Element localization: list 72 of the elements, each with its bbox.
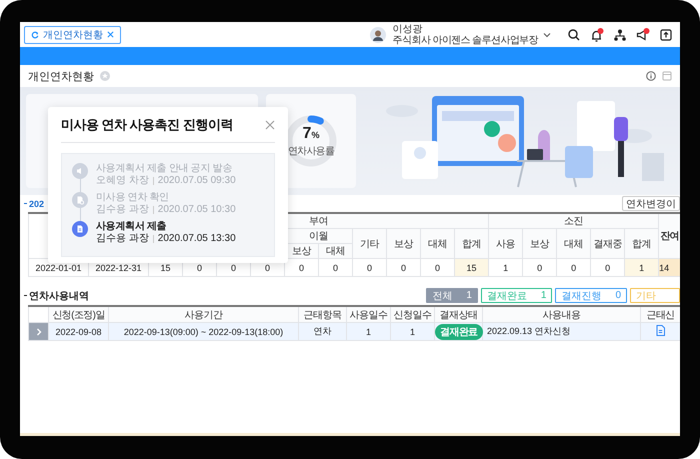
table-cell: 1: [624, 258, 659, 276]
page-tab[interactable]: 개인연차현황: [24, 26, 121, 44]
step-title: 사용계획서 제출 안내 공지 발송: [96, 163, 234, 175]
table-cell: 0: [556, 258, 591, 276]
column-header: 사용내용: [482, 306, 640, 322]
status-badge: 결재완료: [435, 324, 483, 340]
column-header: 잔여: [658, 213, 680, 258]
column-header: 사용일수: [346, 306, 390, 322]
column-header: 합계: [454, 228, 489, 258]
info-icon[interactable]: [646, 71, 656, 81]
page-title: 개인연차현황: [28, 70, 94, 84]
column-header: 사용기간: [108, 306, 298, 322]
search-icon[interactable]: [568, 28, 580, 40]
section-title: 202: [29, 198, 44, 208]
filter-chip[interactable]: 결재진행 0: [555, 288, 627, 303]
avatar-icon[interactable]: [370, 26, 386, 42]
megaphone-icon[interactable]: [636, 28, 650, 42]
table-cell: 연차: [298, 322, 346, 340]
table-cell: 15: [454, 258, 489, 276]
table-cell: 1: [390, 322, 434, 340]
filter-chip[interactable]: 기타: [630, 288, 680, 303]
column-header: 근태신: [640, 306, 680, 322]
column-header: 근태항목: [298, 306, 346, 322]
usage-percent: 7%: [302, 124, 320, 144]
section-title: 연차사용내역: [29, 290, 89, 302]
filter-chip[interactable]: 전체 1: [426, 288, 478, 303]
table-cell: 2022-09-08: [48, 322, 108, 340]
step-person: 김수용 과장: [96, 233, 149, 245]
table-cell: 0: [386, 258, 420, 276]
step-time: 2020.07.05 13:30: [158, 233, 236, 245]
edit-button[interactable]: 연차변경이: [622, 196, 680, 211]
table-cell: 0: [352, 258, 386, 276]
column-header: 기타: [352, 228, 386, 258]
usage-label: 연차사용률: [288, 144, 334, 158]
exit-icon[interactable]: [660, 28, 672, 40]
chevron-down-icon[interactable]: [543, 32, 551, 38]
column-header: 대체: [318, 244, 352, 258]
table-cell: 2022.09.13 연차신청: [482, 322, 640, 340]
table-cell: 1: [488, 258, 523, 276]
step-title: 미사용 연차 확인: [96, 192, 170, 204]
column-group-header: 소진: [488, 213, 659, 228]
table-cell: 0: [522, 258, 557, 276]
column-header: 보상: [386, 228, 420, 258]
column-header: 결재상태: [434, 306, 482, 322]
bell-icon[interactable]: [590, 28, 604, 42]
step-time: 2020.07.05 10:30: [158, 204, 236, 216]
column-header: 대체: [420, 228, 454, 258]
star-icon[interactable]: [100, 71, 110, 81]
org-chart-icon[interactable]: [614, 28, 626, 40]
column-header: 신청일수: [390, 306, 434, 322]
step-person: 오혜영 차장: [96, 175, 149, 187]
column-header: 합계: [624, 228, 659, 258]
column-header: 대체: [556, 228, 591, 258]
step-time: 2020.07.05 09:30: [158, 175, 236, 187]
table-cell: 1: [346, 322, 390, 340]
column-header: 신청(조정)일: [48, 306, 108, 322]
step-person: 김수용 과장: [96, 204, 149, 216]
table-cell: 2022-09-13(09:00) ~ 2022-09-13(18:00): [108, 322, 298, 340]
table-cell: 0: [318, 258, 352, 276]
column-header: 보상: [522, 228, 557, 258]
column-header: 사용: [488, 228, 523, 258]
column-header: 결재중: [590, 228, 625, 258]
document-icon[interactable]: [656, 325, 665, 336]
chevron-icon: [36, 328, 42, 336]
filter-chip[interactable]: 결재완료 1: [480, 288, 552, 303]
dialog-title: 미사용 연차 사용촉진 진행이력: [61, 116, 233, 134]
table-cell: 14: [658, 258, 680, 276]
user-organization[interactable]: 주식회사 아이젠스 솔루션사업부장: [392, 34, 538, 46]
close-icon[interactable]: [107, 31, 114, 38]
refresh-icon: [31, 30, 39, 38]
close-icon[interactable]: [265, 120, 275, 130]
user-name: 이성광: [392, 24, 424, 34]
